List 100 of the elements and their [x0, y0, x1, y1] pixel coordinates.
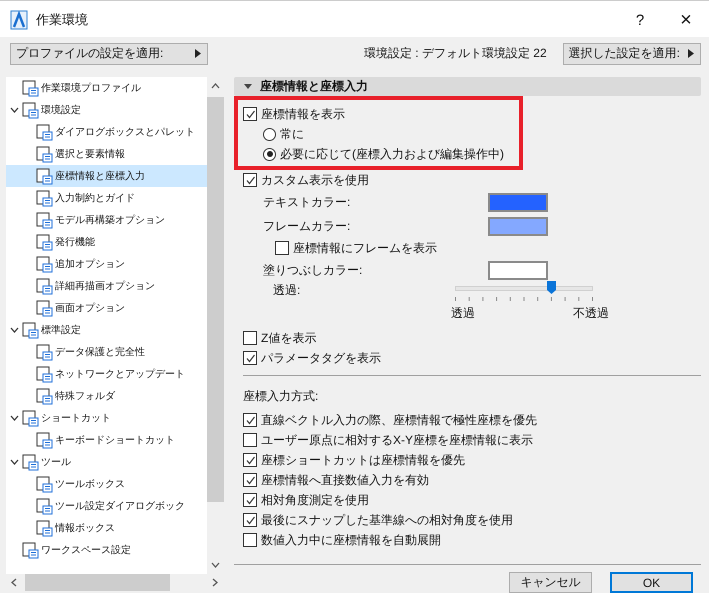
page-icon: [35, 475, 53, 493]
group-heading: 座標入力方式:: [243, 388, 318, 404]
page-icon: [35, 233, 53, 251]
tree-item[interactable]: ダイアログボックスとパレット: [6, 121, 207, 143]
chevron-down-icon: [10, 327, 19, 333]
checkmark-icon: [244, 414, 256, 426]
close-button[interactable]: ×: [663, 5, 709, 36]
dialog-button[interactable]: キャンセル: [509, 572, 592, 593]
page-icon: [35, 189, 53, 207]
page-icon: [35, 343, 53, 361]
checkbox[interactable]: [243, 473, 257, 487]
checkbox-label: パラメータタグを表示: [261, 350, 381, 366]
checkbox[interactable]: [243, 493, 257, 507]
color-swatch[interactable]: [488, 260, 548, 280]
page-icon: [21, 453, 39, 471]
triangle-icon: [688, 49, 694, 58]
color-swatch[interactable]: [488, 192, 548, 212]
tree-item[interactable]: 情報ボックス: [6, 517, 207, 539]
dialog-button[interactable]: OK: [610, 572, 693, 593]
radio-label: 必要に応じて(座標入力および編集操作中): [280, 146, 504, 162]
page-icon: [35, 519, 53, 537]
page-icon: [35, 497, 53, 515]
checkbox-label: 数値入力中に座標情報を自動展開: [261, 532, 441, 548]
apply-settings-dropdown-button[interactable]: 選択した設定を適用:: [562, 42, 701, 65]
tree-item[interactable]: 入力制約とガイド: [6, 187, 207, 209]
profile-dropdown-button[interactable]: プロファイルの設定を適用:: [10, 42, 208, 65]
checkmark-icon: [244, 454, 256, 466]
page-icon: [21, 409, 39, 427]
tree-item[interactable]: ツール: [6, 451, 207, 473]
page-icon: [35, 211, 53, 229]
checkmark-icon: [244, 108, 256, 120]
tree-item[interactable]: ネットワークとアップデート: [6, 363, 207, 385]
tree-item[interactable]: キーボードショートカット: [6, 429, 207, 451]
chevron-right-icon: [212, 578, 218, 587]
checkbox-label: Z値を表示: [261, 330, 316, 346]
tree-item[interactable]: ツールボックス: [6, 473, 207, 495]
checkbox[interactable]: [243, 173, 257, 187]
tree-item[interactable]: 環境設定: [6, 99, 207, 121]
tree-item[interactable]: データ保護と完全性: [6, 341, 207, 363]
radio-button[interactable]: [263, 148, 276, 160]
checkbox[interactable]: [243, 413, 257, 427]
field-label: テキストカラー:: [263, 194, 352, 210]
page-icon: [35, 387, 53, 405]
page-icon: [35, 365, 53, 383]
help-button[interactable]: ?: [617, 5, 663, 36]
tree-item[interactable]: 標準設定: [6, 319, 207, 341]
chevron-left-icon: [11, 578, 17, 587]
page-icon: [21, 101, 39, 119]
checkmark-icon: [244, 352, 256, 364]
scrollbar-thumb[interactable]: [25, 574, 170, 591]
checkmark-icon: [244, 474, 256, 486]
tree-item[interactable]: ワークスペース設定: [6, 539, 207, 561]
chevron-down-icon: [10, 459, 19, 465]
checkbox-label: 座標情報を表示: [261, 106, 345, 122]
checkbox[interactable]: [275, 241, 289, 255]
checkbox[interactable]: [243, 331, 257, 345]
tree-item[interactable]: 作業環境プロファイル: [6, 77, 207, 99]
tree-item[interactable]: 発行機能: [6, 231, 207, 253]
tree-item[interactable]: ツール設定ダイアログボック: [6, 495, 207, 517]
checkbox[interactable]: [243, 107, 257, 121]
page-icon: [35, 431, 53, 449]
page-icon: [35, 277, 53, 295]
tree-item[interactable]: 詳細再描画オプション: [6, 275, 207, 297]
slider-max-label: 不透過: [573, 305, 609, 322]
field-label: 透過:: [273, 282, 302, 299]
chevron-down-icon: [10, 415, 19, 421]
section-header[interactable]: 座標情報と座標入力: [234, 77, 701, 96]
page-icon: [35, 123, 53, 141]
radio-label: 常に: [280, 126, 304, 142]
field-label: 塗りつぶしカラー:: [263, 262, 364, 278]
slider-thumb[interactable]: [546, 281, 556, 294]
triangle-icon: [195, 49, 201, 58]
checkmark-icon: [244, 514, 256, 526]
tree-item[interactable]: 特殊フォルダ: [6, 385, 207, 407]
tree-item[interactable]: ショートカット: [6, 407, 207, 429]
checkbox-label: カスタム表示を使用: [261, 172, 369, 188]
checkbox[interactable]: [243, 533, 257, 547]
chevron-up-icon: [211, 83, 220, 89]
tree-item[interactable]: モデル再構築オプション: [6, 209, 207, 231]
tree-item[interactable]: 選択と要素情報: [6, 143, 207, 165]
checkbox-label: 最後にスナップした基準線への相対角度を使用: [261, 512, 513, 528]
checkbox[interactable]: [243, 433, 257, 447]
tree-item[interactable]: 画面オプション: [6, 297, 207, 319]
checkbox[interactable]: [243, 453, 257, 467]
window-title: 作業環境: [36, 11, 88, 30]
page-icon: [21, 321, 39, 339]
app-logo-icon: [10, 10, 28, 30]
radio-button[interactable]: [263, 128, 276, 140]
tree-item[interactable]: 座標情報と座標入力: [6, 165, 207, 187]
chevron-down-icon: [10, 107, 19, 113]
checkbox[interactable]: [243, 513, 257, 527]
scrollbar-thumb[interactable]: [207, 97, 224, 502]
color-swatch[interactable]: [488, 216, 548, 236]
field-label: フレームカラー:: [263, 218, 352, 234]
checkbox[interactable]: [243, 351, 257, 365]
tree-item[interactable]: 追加オプション: [6, 253, 207, 275]
page-icon: [35, 299, 53, 317]
current-profile-label: 環境設定 : デフォルト環境設定 22: [362, 45, 548, 62]
checkbox-label: 直線ベクトル入力の際、座標情報で極性座標を優先: [261, 412, 537, 428]
chevron-down-icon: [211, 562, 220, 568]
